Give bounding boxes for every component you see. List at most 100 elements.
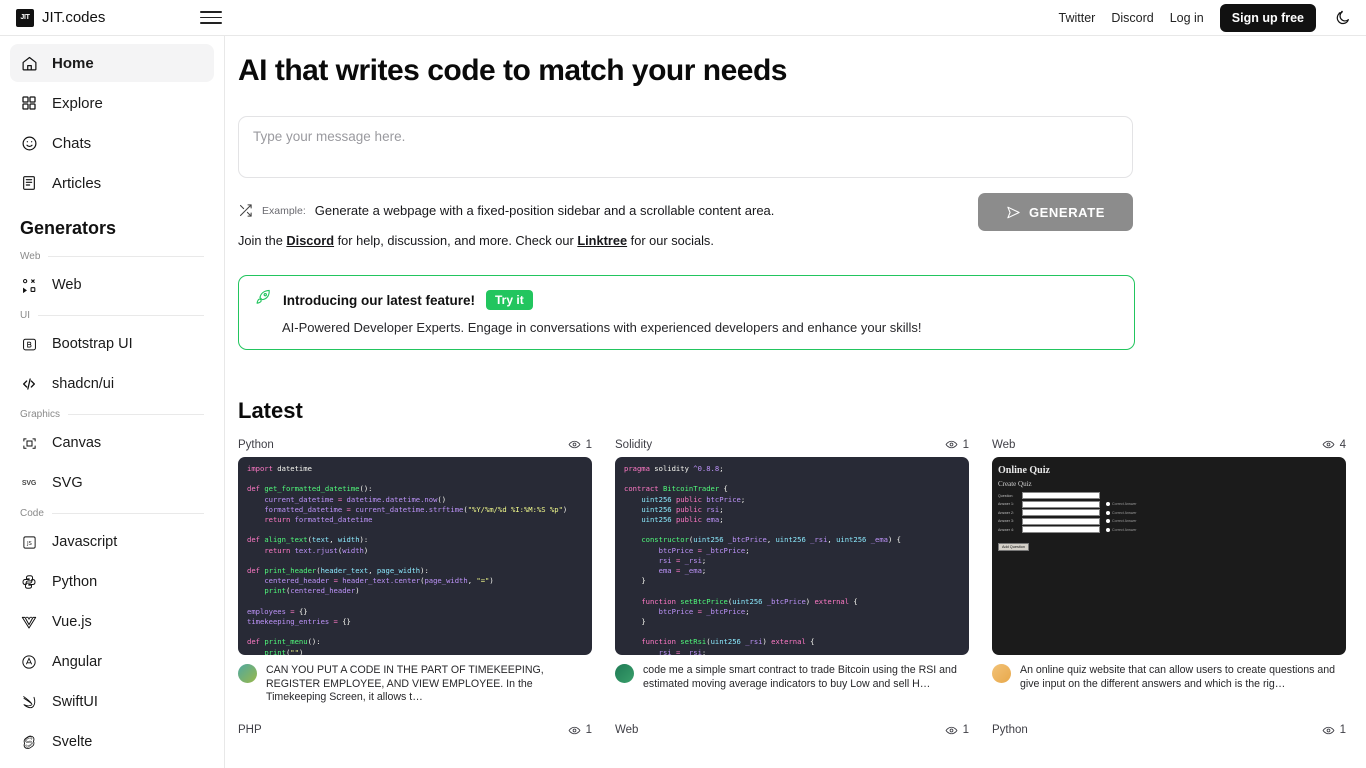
preview-field-row: Answer 3: Correct Answer <box>998 518 1340 525</box>
feature-banner-description: AI-Powered Developer Experts. Engage in … <box>282 320 1118 335</box>
svelte-icon <box>20 733 38 751</box>
eye-icon <box>568 724 581 737</box>
sidebar-item-label: Home <box>52 55 94 72</box>
latest-card[interactable]: Web 4 Online Quiz Create Quiz Question: … <box>992 438 1346 705</box>
view-count-value: 1 <box>1340 724 1346 736</box>
preview-field-row: Answer 2: Correct Answer <box>998 509 1340 516</box>
card-description: An online quiz website that can allow us… <box>1020 664 1346 691</box>
preview-radio <box>1106 519 1110 523</box>
linktree-inline-link[interactable]: Linktree <box>577 233 627 248</box>
discord-link[interactable]: Discord <box>1111 11 1153 25</box>
sidebar-item-react[interactable]: React <box>10 763 214 768</box>
sidebar-item-articles[interactable]: Articles <box>10 164 214 202</box>
avatar <box>238 664 257 683</box>
latest-card[interactable]: Web 1 <box>615 724 969 743</box>
avatar <box>615 664 634 683</box>
view-count: 1 <box>568 438 592 451</box>
sidebar: Home Explore Chats <box>0 36 225 768</box>
smiley-icon <box>20 134 38 152</box>
preview-field-row: Answer 1: Correct Answer <box>998 501 1340 508</box>
preview-field-label: Answer 4: <box>998 528 1020 532</box>
preview-heading: Online Quiz <box>998 465 1340 476</box>
sidebar-item-python[interactable]: Python <box>10 563 214 601</box>
group-label-text: Graphics <box>20 409 60 420</box>
discord-inline-link[interactable]: Discord <box>286 233 334 248</box>
shuffle-icon[interactable] <box>238 203 253 218</box>
latest-card[interactable]: Python 1 import datetime def get_formatt… <box>238 438 592 705</box>
preview-field-label: Answer 3: <box>998 519 1020 523</box>
moon-icon[interactable] <box>1332 7 1354 29</box>
document-icon <box>20 174 38 192</box>
generate-button[interactable]: GENERATE <box>978 193 1133 231</box>
twitter-link[interactable]: Twitter <box>1059 11 1096 25</box>
latest-card[interactable]: PHP 1 <box>238 724 592 743</box>
code-preview[interactable]: pragma solidity ^0.8.8; contract Bitcoin… <box>615 457 969 655</box>
latest-heading: Latest <box>238 398 1366 424</box>
sidebar-item-explore[interactable]: Explore <box>10 84 214 122</box>
web-preview[interactable]: Online Quiz Create Quiz Question: Answer… <box>992 457 1346 655</box>
example-label: Example: <box>262 205 306 217</box>
signup-button[interactable]: Sign up free <box>1220 4 1316 32</box>
feature-banner-title: Introducing our latest feature! <box>283 293 475 308</box>
sidebar-item-chats[interactable]: Chats <box>10 124 214 162</box>
code-preview[interactable]: import datetime def get_formatted_dateti… <box>238 457 592 655</box>
sidebar-item-label: Web <box>52 277 82 293</box>
page-title: AI that writes code to match your needs <box>238 54 1366 88</box>
sidebar-item-svg[interactable]: SVG SVG <box>10 464 214 502</box>
card-language: Python <box>992 724 1322 736</box>
generate-button-label: GENERATE <box>1029 205 1105 220</box>
example-left: Example: Generate a webpage with a fixed… <box>238 193 978 218</box>
sidebar-item-label: Explore <box>52 95 103 112</box>
view-count: 1 <box>945 724 969 737</box>
view-count: 4 <box>1322 438 1346 451</box>
view-count-value: 1 <box>963 724 969 736</box>
message-input[interactable]: Type your message here. <box>238 116 1133 178</box>
group-label-text: Code <box>20 508 44 519</box>
latest-card[interactable]: Solidity 1 pragma solidity ^0.8.8; contr… <box>615 438 969 705</box>
eye-icon <box>945 438 958 451</box>
try-it-button[interactable]: Try it <box>486 290 533 310</box>
sidebar-item-shadcn-ui[interactable]: shadcn/ui <box>10 365 214 403</box>
hamburger-bar <box>200 17 222 19</box>
group-label-web: Web <box>10 247 214 266</box>
card-header: Python 1 <box>238 438 592 451</box>
join-part3: for our socials. <box>627 233 714 248</box>
example-text[interactable]: Generate a webpage with a fixed-position… <box>315 203 775 218</box>
view-count: 1 <box>1322 724 1346 737</box>
hamburger-bar <box>200 22 222 24</box>
sidebar-item-swiftui[interactable]: SwiftUI <box>10 683 214 721</box>
hamburger-icon[interactable] <box>200 7 222 29</box>
sidebar-item-label: Canvas <box>52 435 101 451</box>
login-link[interactable]: Log in <box>1170 11 1204 25</box>
vue-icon <box>20 613 38 631</box>
sidebar-item-javascript[interactable]: JS Javascript <box>10 523 214 561</box>
sidebar-item-angular[interactable]: Angular <box>10 643 214 681</box>
sidebar-item-svelte[interactable]: Svelte <box>10 723 214 761</box>
sidebar-item-vuejs[interactable]: Vue.js <box>10 603 214 641</box>
preview-correct-label: Correct Answer <box>1112 519 1137 523</box>
view-count-value: 1 <box>586 724 592 736</box>
main-content: AI that writes code to match your needs … <box>225 36 1366 768</box>
rocket-icon <box>255 289 272 311</box>
sidebar-item-home[interactable]: Home <box>10 44 214 82</box>
sidebar-item-canvas[interactable]: Canvas <box>10 424 214 462</box>
sidebar-item-bootstrap-ui[interactable]: Bootstrap UI <box>10 325 214 363</box>
feature-banner-header: Introducing our latest feature! Try it <box>255 289 1118 311</box>
card-header: PHP 1 <box>238 724 592 737</box>
svg-icon: SVG <box>20 474 38 492</box>
card-footer: CAN YOU PUT A CODE IN THE PART OF TIMEKE… <box>238 664 592 705</box>
python-icon <box>20 573 38 591</box>
card-header: Python 1 <box>992 724 1346 737</box>
sidebar-item-label: SwiftUI <box>52 694 98 710</box>
sidebar-item-label: Python <box>52 574 97 590</box>
sidebar-item-web[interactable]: Web <box>10 266 214 304</box>
preview-add-question-button: Add Question <box>998 543 1029 551</box>
latest-card[interactable]: Python 1 <box>992 724 1346 743</box>
eye-icon <box>945 724 958 737</box>
brand[interactable]: JIT JIT.codes <box>0 9 180 27</box>
sidebar-item-label: Angular <box>52 654 102 670</box>
card-language: Solidity <box>615 439 945 451</box>
card-language: PHP <box>238 724 568 736</box>
sidebar-item-label: Chats <box>52 135 91 152</box>
flowchart-icon <box>20 276 38 294</box>
